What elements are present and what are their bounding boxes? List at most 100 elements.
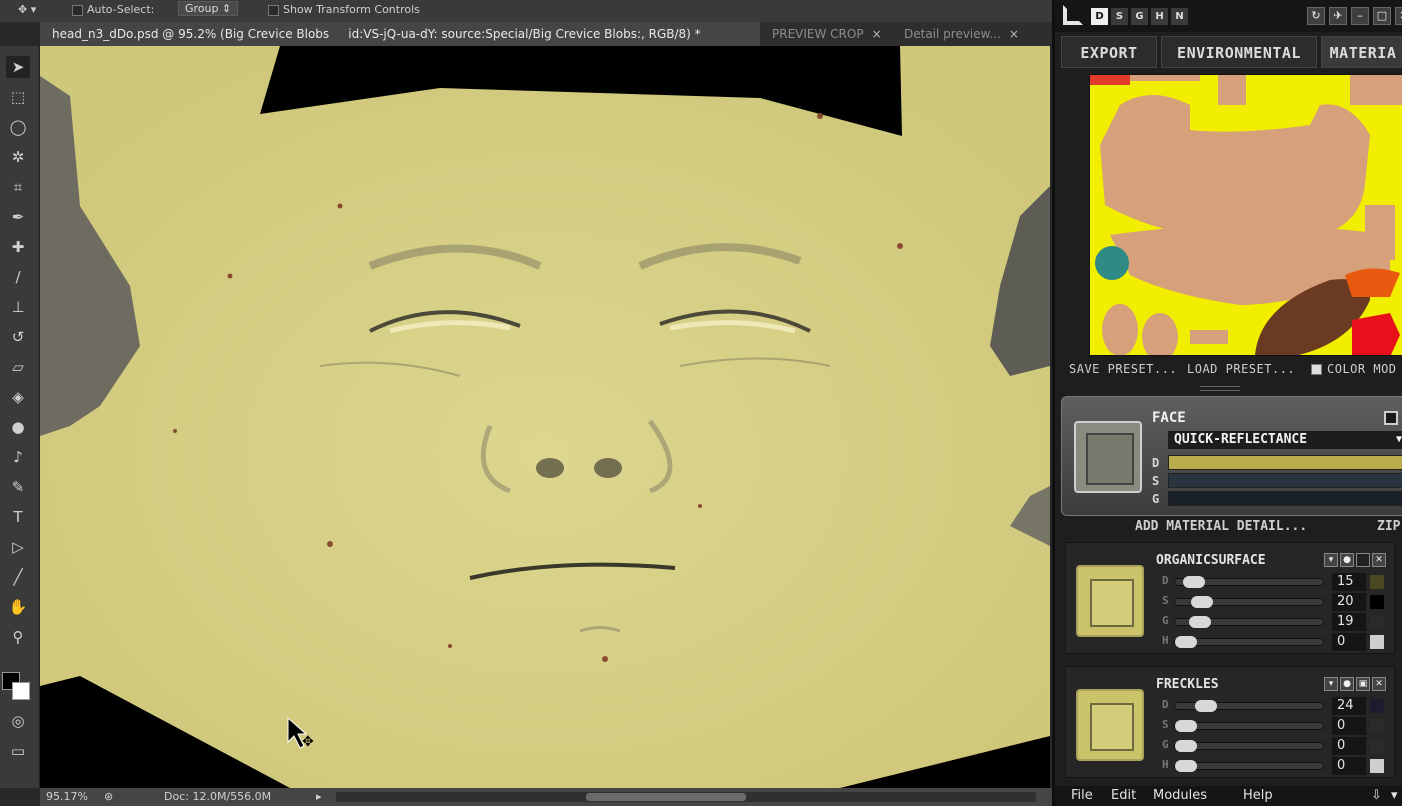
menu-edit[interactable]: Edit	[1111, 788, 1136, 803]
face-g-row[interactable]: G	[1152, 491, 1402, 507]
mode-g-button[interactable]: G	[1131, 8, 1148, 25]
eraser-tool-icon[interactable]: ▱	[6, 356, 30, 378]
slider-track[interactable]	[1174, 636, 1324, 648]
brush-tool-icon[interactable]: ∕	[6, 266, 30, 288]
organicsurface-thumbnail[interactable]	[1076, 565, 1144, 637]
slider-value[interactable]: 19	[1332, 613, 1366, 631]
line-tool-icon[interactable]: ╱	[6, 566, 30, 588]
face-d-row[interactable]: D	[1152, 455, 1402, 471]
slider-track[interactable]	[1174, 760, 1324, 772]
slider-track[interactable]	[1174, 720, 1324, 732]
status-menu-arrow-icon[interactable]: ▸	[316, 788, 322, 806]
pen-tool-icon[interactable]: ✎	[6, 476, 30, 498]
slider-track[interactable]	[1174, 616, 1324, 628]
mask-icon[interactable]	[1356, 553, 1370, 567]
horizontal-scrollbar[interactable]	[336, 792, 1036, 802]
gloss-color-bar[interactable]	[1168, 491, 1402, 506]
minimize-icon[interactable]: –	[1351, 7, 1369, 25]
healing-brush-icon[interactable]: ✚	[6, 236, 30, 258]
export-icon[interactable]: ⇩	[1371, 788, 1382, 803]
dropdown-icon[interactable]: ▾	[1324, 677, 1338, 691]
save-preset-button[interactable]: SAVE PRESET...	[1069, 362, 1177, 376]
tab-detail-preview[interactable]: Detail preview... ×	[892, 22, 1032, 46]
auto-select-checkbox[interactable]: Auto-Select:	[72, 3, 154, 16]
slider-track[interactable]	[1174, 740, 1324, 752]
scrollbar-thumb[interactable]	[586, 793, 746, 801]
show-transform-checkbox[interactable]: Show Transform Controls	[268, 3, 420, 16]
tab-preview-crop[interactable]: PREVIEW CROP ×	[760, 22, 890, 46]
tab-head-psd[interactable]: head_n3_dDo.psd @ 95.2% (Big Crevice Blo…	[40, 22, 760, 46]
refresh-icon[interactable]: ↻	[1307, 7, 1325, 25]
slider-track[interactable]	[1174, 596, 1324, 608]
settings-icon[interactable]: ▾	[1391, 788, 1398, 803]
visibility-icon[interactable]: ●	[1340, 553, 1354, 567]
slider-knob[interactable]	[1191, 596, 1213, 608]
slider-value[interactable]: 15	[1332, 573, 1366, 591]
mode-d-button[interactable]: D	[1091, 8, 1108, 25]
slider-knob[interactable]	[1175, 636, 1197, 648]
color-swatch[interactable]	[1370, 759, 1384, 773]
hand-tool-icon[interactable]: ✋	[6, 596, 30, 618]
tab-materials[interactable]: MATERIA	[1321, 36, 1402, 68]
color-swatch[interactable]	[1370, 635, 1384, 649]
paint-bucket-icon[interactable]: ◈	[6, 386, 30, 408]
stamp-tool-icon[interactable]: ⊥	[6, 296, 30, 318]
slider-knob[interactable]	[1189, 616, 1211, 628]
slider-value[interactable]: 0	[1332, 737, 1366, 755]
color-swatch[interactable]	[1370, 699, 1384, 713]
zoom-tool-icon[interactable]: ⚲	[6, 626, 30, 648]
eyedropper-icon[interactable]: ✒	[6, 206, 30, 228]
blur-tool-icon[interactable]: ●	[6, 416, 30, 438]
slider-knob[interactable]	[1195, 700, 1217, 712]
close-icon[interactable]: ×	[872, 27, 882, 41]
visibility-icon[interactable]: ●	[1340, 677, 1354, 691]
pin-icon[interactable]: ✈	[1329, 7, 1347, 25]
slider-track[interactable]	[1174, 700, 1324, 712]
tab-export[interactable]: EXPORT	[1061, 36, 1157, 68]
slider-value[interactable]: 20	[1332, 593, 1366, 611]
slider-track[interactable]	[1174, 576, 1324, 588]
move-tool-icon[interactable]: ✥ ▾	[18, 3, 36, 16]
mask-icon[interactable]: ▣	[1356, 677, 1370, 691]
add-material-detail-button[interactable]: ADD MATERIAL DETAIL...	[1135, 519, 1307, 534]
share-icon[interactable]: ⊛	[104, 788, 113, 806]
delete-icon[interactable]: ✕	[1372, 553, 1386, 567]
marquee-tool-icon[interactable]: ⬚	[6, 86, 30, 108]
slider-knob[interactable]	[1183, 576, 1205, 588]
tab-environmental[interactable]: ENVIRONMENTAL	[1161, 36, 1317, 68]
type-tool-icon[interactable]: T	[6, 506, 30, 528]
mode-n-button[interactable]: N	[1171, 8, 1188, 25]
path-select-icon[interactable]: ▷	[6, 536, 30, 558]
diffuse-color-bar[interactable]	[1168, 455, 1402, 470]
slider-value[interactable]: 0	[1332, 717, 1366, 735]
close-icon[interactable]: ✕	[1395, 7, 1402, 25]
slider-knob[interactable]	[1175, 760, 1197, 772]
dodge-tool-icon[interactable]: ♪	[6, 446, 30, 468]
color-swatch[interactable]	[1370, 615, 1384, 629]
mode-h-button[interactable]: H	[1151, 8, 1168, 25]
color-swatch[interactable]	[1370, 739, 1384, 753]
specular-color-bar[interactable]	[1168, 473, 1402, 488]
menu-modules[interactable]: Modules	[1153, 788, 1207, 803]
id-map-preview[interactable]	[1089, 74, 1402, 356]
menu-help[interactable]: Help	[1243, 788, 1273, 803]
dropdown-icon[interactable]: ▾	[1324, 553, 1338, 567]
slider-knob[interactable]	[1175, 740, 1197, 752]
zip-button[interactable]: ZIP	[1377, 519, 1400, 534]
slider-knob[interactable]	[1175, 720, 1197, 732]
delete-icon[interactable]: ✕	[1372, 677, 1386, 691]
close-icon[interactable]: ×	[1009, 27, 1019, 41]
color-swatch[interactable]	[1370, 575, 1384, 589]
zoom-level[interactable]: 95.17%	[46, 788, 88, 806]
move-tool-icon[interactable]: ➤	[6, 56, 30, 78]
load-preset-button[interactable]: LOAD PRESET...	[1187, 362, 1295, 376]
magic-wand-icon[interactable]: ✲	[6, 146, 30, 168]
mode-s-button[interactable]: S	[1111, 8, 1128, 25]
background-color-swatch[interactable]	[12, 682, 30, 700]
face-s-row[interactable]: S	[1152, 473, 1402, 489]
face-material-thumbnail[interactable]	[1074, 421, 1142, 493]
slider-value[interactable]: 0	[1332, 757, 1366, 775]
resize-handle[interactable]	[1200, 386, 1240, 391]
auto-select-dropdown[interactable]: Group ⇕	[178, 1, 239, 16]
history-brush-icon[interactable]: ↺	[6, 326, 30, 348]
